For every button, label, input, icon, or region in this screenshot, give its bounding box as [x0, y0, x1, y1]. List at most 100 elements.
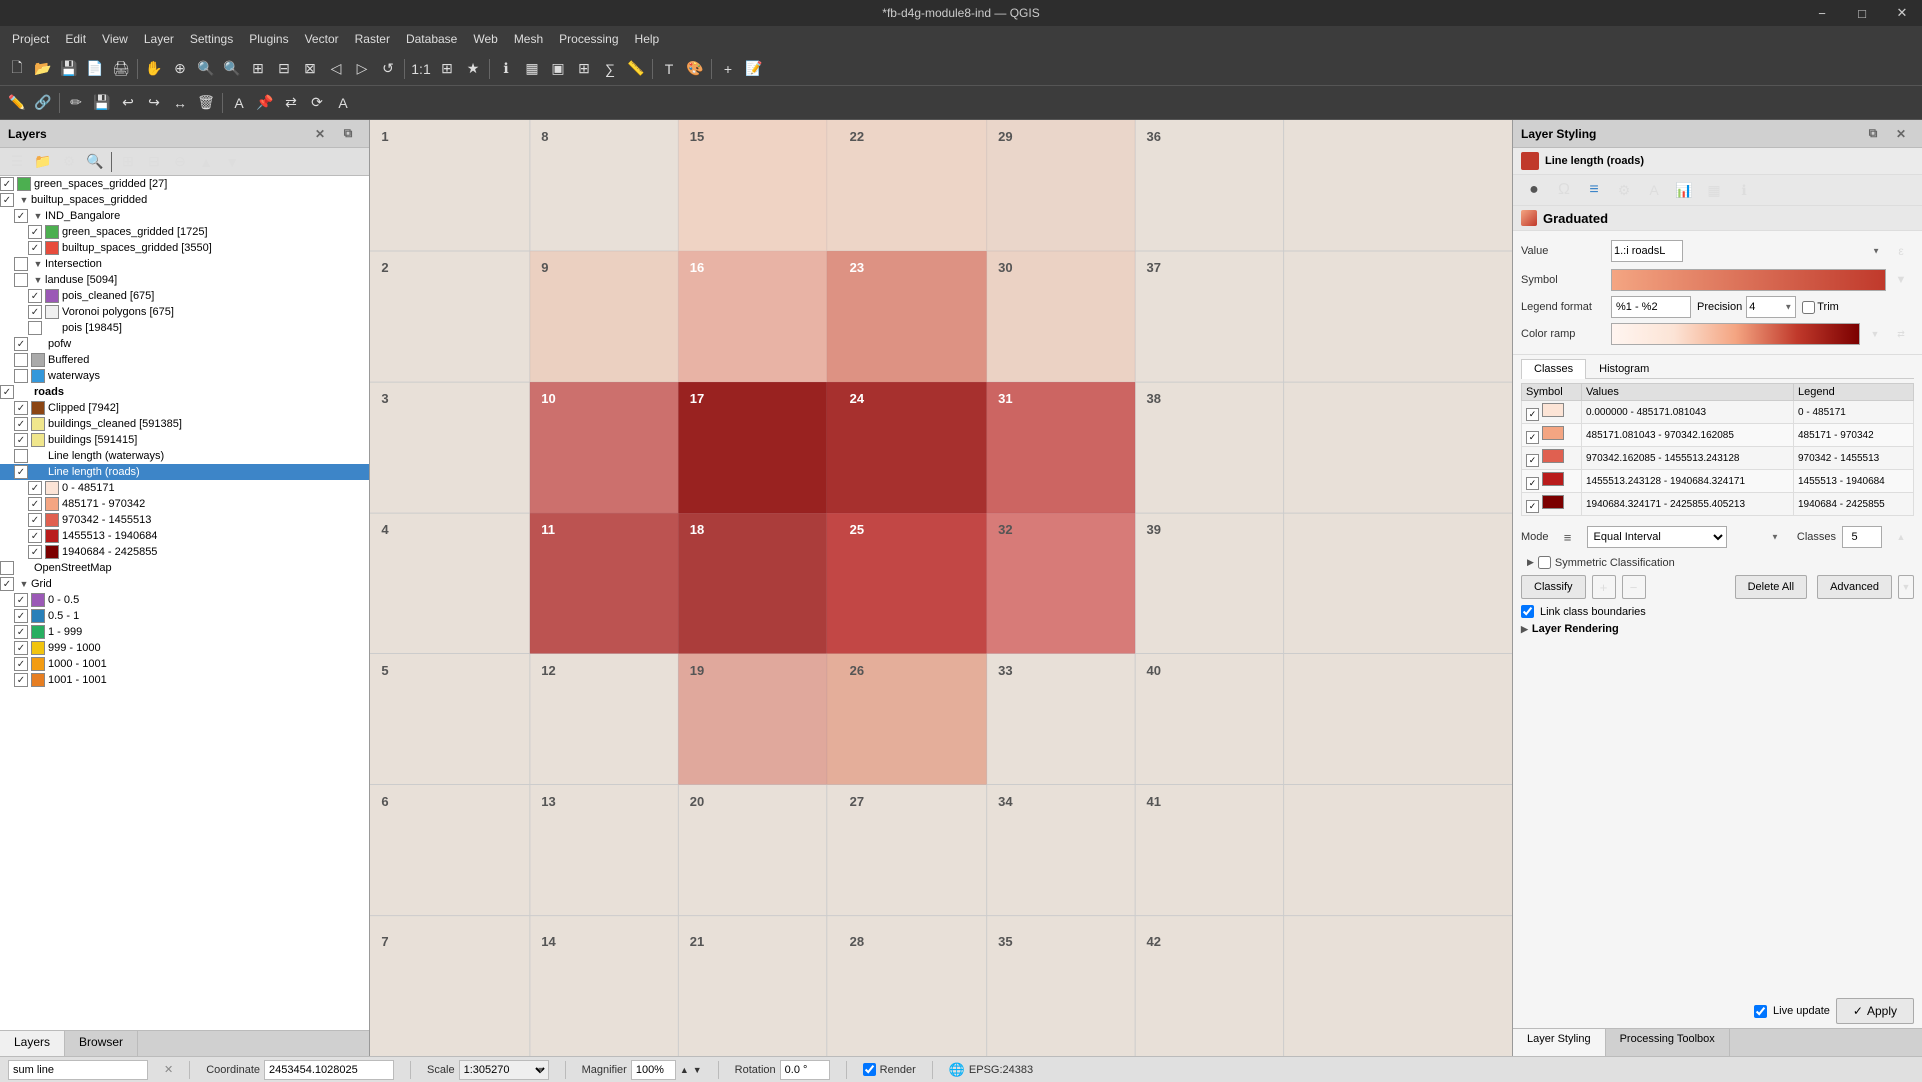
menu-database[interactable]: Database — [398, 30, 465, 48]
layer-item-l10[interactable]: pois [19845] — [0, 320, 369, 336]
layer-item-l31[interactable]: 1000 - 1001 — [0, 656, 369, 672]
float-styling-button[interactable]: ⧉ — [1860, 121, 1886, 147]
add-class-button[interactable]: + — [1592, 575, 1616, 599]
layer-checkbox-l9[interactable] — [28, 305, 42, 319]
layer-checkbox-l11[interactable] — [14, 337, 28, 351]
zoom-100-button[interactable]: 1:1 — [408, 56, 434, 82]
group-arrow-l7[interactable]: ▼ — [31, 273, 45, 287]
group-arrow-l3[interactable]: ▼ — [31, 209, 45, 223]
undo-button[interactable]: ↩ — [115, 90, 141, 116]
styling-button[interactable]: 🎨 — [682, 56, 708, 82]
remove-layer-button[interactable]: ⊖ — [167, 149, 193, 175]
epsg-display[interactable]: 🌐 EPSG:24383 — [949, 1062, 1033, 1078]
right-tab-layer-styling[interactable]: Layer Styling — [1513, 1029, 1606, 1056]
layer-item-l27[interactable]: 0 - 0.5 — [0, 592, 369, 608]
close-layers-button[interactable]: ✕ — [307, 121, 333, 147]
class-legend-cell-1[interactable]: 485171 - 970342 — [1794, 424, 1914, 447]
edit-toggle[interactable]: ✏ — [63, 90, 89, 116]
advanced-button[interactable]: Advanced — [1817, 575, 1892, 599]
layer-rendering-section[interactable]: ▶ Layer Rendering — [1513, 620, 1922, 638]
legend-format-input[interactable] — [1611, 296, 1691, 318]
print-button[interactable]: 🖨 — [108, 56, 134, 82]
menu-processing[interactable]: Processing — [551, 30, 626, 48]
layer-checkbox-l16[interactable] — [14, 417, 28, 431]
class-legend-cell-4[interactable]: 1940684 - 2425855 — [1794, 493, 1914, 516]
statistics-button[interactable]: ∑ — [597, 56, 623, 82]
group-arrow-l26[interactable]: ▼ — [17, 577, 31, 591]
layer-item-l28[interactable]: 0.5 - 1 — [0, 608, 369, 624]
search-input[interactable] — [8, 1060, 148, 1080]
class-legend-cell-2[interactable]: 970342 - 1455513 — [1794, 447, 1914, 470]
filter-layers-button[interactable]: 🔍 — [82, 149, 108, 175]
select-button[interactable]: ▦ — [519, 56, 545, 82]
categorized-icon[interactable]: Ω — [1551, 177, 1577, 203]
render-checkbox[interactable] — [863, 1063, 876, 1076]
layer-checkbox-l19[interactable] — [14, 465, 28, 479]
mode-select-wrapper[interactable]: Equal Interval Quantile Natural Breaks S… — [1587, 526, 1783, 548]
right-tab-processing-toolbox[interactable]: Processing Toolbox — [1606, 1029, 1730, 1056]
pan-button[interactable]: ✋ — [141, 56, 167, 82]
scale-select-wrapper[interactable]: 1:305270 — [459, 1060, 549, 1080]
layer-item-l25[interactable]: OpenStreetMap — [0, 560, 369, 576]
move-selection-up[interactable]: ▲ — [193, 149, 219, 175]
layer-checkbox-l28[interactable] — [14, 609, 28, 623]
menu-plugins[interactable]: Plugins — [241, 30, 296, 48]
value-select[interactable]: 1.:i roadsL — [1611, 240, 1683, 262]
layer-checkbox-l30[interactable] — [14, 641, 28, 655]
float-layers-button[interactable]: ⧉ — [335, 121, 361, 147]
rotation-input[interactable] — [780, 1060, 830, 1080]
layer-item-l22[interactable]: 970342 - 1455513 — [0, 512, 369, 528]
sym-checkbox[interactable] — [1538, 556, 1551, 569]
zoom-out-button[interactable]: 🔍 — [219, 56, 245, 82]
layer-item-l6[interactable]: ▼Intersection — [0, 256, 369, 272]
move-feature-button[interactable]: ↔ — [167, 90, 193, 116]
layer-item-l4[interactable]: green_spaces_gridded [1725] — [0, 224, 369, 240]
layer-checkbox-l29[interactable] — [14, 625, 28, 639]
layer-checkbox-l6[interactable] — [14, 257, 28, 271]
zoom-last-button[interactable]: ◁ — [323, 56, 349, 82]
identify-button[interactable]: ℹ — [493, 56, 519, 82]
tab-browser[interactable]: Browser — [65, 1031, 138, 1056]
layer-item-l1[interactable]: green_spaces_gridded [27] — [0, 176, 369, 192]
layer-item-l17[interactable]: buildings [591415] — [0, 432, 369, 448]
classes-count-input[interactable] — [1842, 526, 1882, 548]
menu-raster[interactable]: Raster — [347, 30, 398, 48]
collapse-all-button[interactable]: ⊟ — [141, 149, 167, 175]
class-legend-cell-3[interactable]: 1455513 - 1940684 — [1794, 470, 1914, 493]
add-layer-button[interactable]: + — [715, 56, 741, 82]
symbol-color-bar[interactable] — [1611, 269, 1886, 291]
menu-settings[interactable]: Settings — [182, 30, 241, 48]
tab-layers[interactable]: Layers — [0, 1031, 65, 1056]
layer-checkbox-l24[interactable] — [28, 545, 42, 559]
fields-icon[interactable]: ▦ — [1701, 177, 1727, 203]
new-project-button[interactable]: 🗋 — [4, 56, 30, 82]
color-ramp-dropdown[interactable]: ▼ — [1862, 321, 1888, 347]
layer-checkbox-l12[interactable] — [14, 353, 28, 367]
open-table-button[interactable]: ⊞ — [571, 56, 597, 82]
layer-item-l8[interactable]: pois_cleaned [675] — [0, 288, 369, 304]
remove-class-button[interactable]: − — [1622, 575, 1646, 599]
classes-up-button[interactable]: ▲ — [1888, 524, 1914, 550]
digitize-button[interactable]: ✏️ — [4, 90, 30, 116]
layer-checkbox-l18[interactable] — [14, 449, 28, 463]
measure-button[interactable]: 📏 — [623, 56, 649, 82]
class-values-cell-1[interactable]: 485171.081043 - 970342.162085 — [1582, 424, 1794, 447]
search-clear-icon[interactable]: ✕ — [164, 1063, 173, 1076]
color-ramp-bar[interactable] — [1611, 323, 1860, 345]
layer-checkbox-l8[interactable] — [28, 289, 42, 303]
layer-checkbox-l5[interactable] — [28, 241, 42, 255]
layer-item-l19[interactable]: Line length (roads) — [0, 464, 369, 480]
layer-item-l11[interactable]: pofw — [0, 336, 369, 352]
layer-item-l29[interactable]: 1 - 999 — [0, 624, 369, 640]
class-values-cell-3[interactable]: 1455513.243128 - 1940684.324171 — [1582, 470, 1794, 493]
zoom-full-button[interactable]: ⊞ — [245, 56, 271, 82]
close-button[interactable]: ✕ — [1882, 0, 1922, 26]
scale-select[interactable]: 1:305270 — [459, 1060, 549, 1080]
class-checkbox-2[interactable]: ✓ — [1526, 454, 1539, 467]
layer-item-l9[interactable]: Voronoi polygons [675] — [0, 304, 369, 320]
layer-checkbox-l1[interactable] — [0, 177, 14, 191]
menu-mesh[interactable]: Mesh — [506, 30, 551, 48]
class-row-2[interactable]: ✓970342.162085 - 1455513.243128970342 - … — [1522, 447, 1914, 470]
layer-item-l7[interactable]: ▼landuse [5094] — [0, 272, 369, 288]
minimize-button[interactable]: − — [1802, 0, 1842, 26]
